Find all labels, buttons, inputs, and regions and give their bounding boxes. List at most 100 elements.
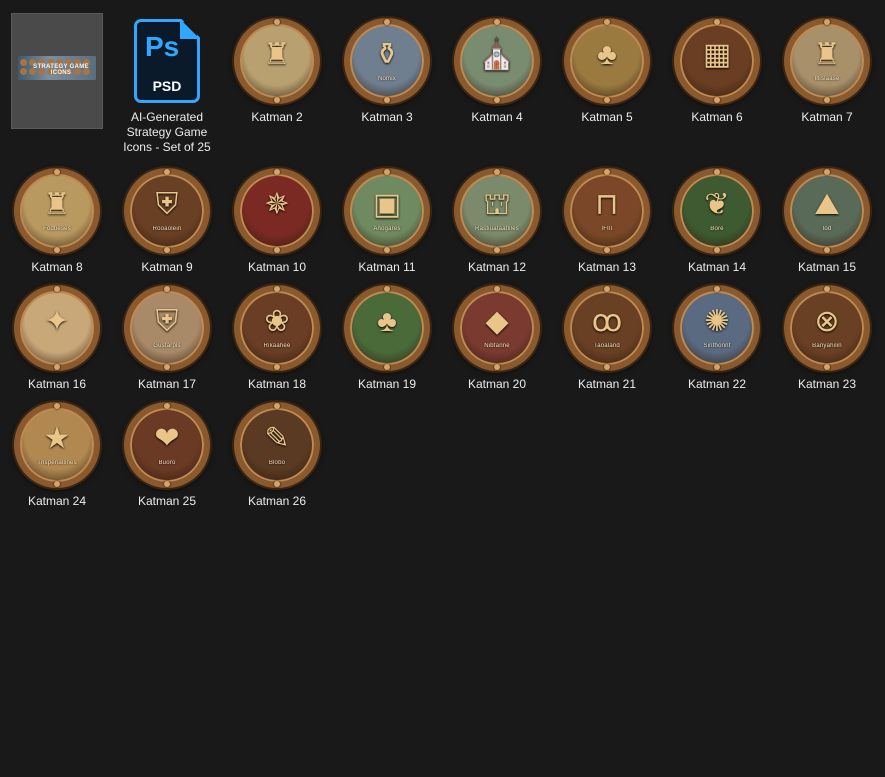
file-thumbnail[interactable]: ⚱ Nomix xyxy=(342,14,432,128)
emblem-caption: Nomix xyxy=(377,76,396,82)
file-thumbnail[interactable]: ⛫ Rastiuataatliles xyxy=(452,164,542,278)
file-thumbnail[interactable]: ⊓ IFIII xyxy=(562,164,652,278)
ps-mark: Ps xyxy=(145,31,180,62)
file-item[interactable]: ▣ Anogares Katman 11 xyxy=(334,164,440,275)
emblem-caption: IFIII xyxy=(601,226,613,232)
file-item[interactable]: ⛨ Rooaolein Katman 9 xyxy=(114,164,220,275)
file-item[interactable]: ⚱ Nomix Katman 3 xyxy=(334,14,440,125)
file-thumbnail[interactable]: ♣ xyxy=(342,281,432,395)
emblem-icon: ꝏ xyxy=(591,305,623,338)
game-icon-thumbnail: ⛰ Iod xyxy=(784,168,870,254)
file-item[interactable]: ⛪ Katman 4 xyxy=(444,14,550,125)
file-thumbnail[interactable]: ⛪ xyxy=(452,14,542,128)
file-thumbnail[interactable]: ❤ Buoro xyxy=(122,398,212,512)
file-thumbnail[interactable]: ✺ Sinthonnt xyxy=(672,281,762,395)
file-thumbnail[interactable]: ⊗ Banyahilin xyxy=(782,281,872,395)
file-item[interactable]: ♜ Illislaase Katman 7 xyxy=(774,14,880,125)
game-icon-thumbnail: ❦ Bore xyxy=(674,168,760,254)
file-item[interactable]: ❀ Rikaahee Katman 18 xyxy=(224,281,330,392)
emblem-icon: ▦ xyxy=(702,38,732,71)
file-thumbnail[interactable]: ❦ Bore xyxy=(672,164,762,278)
file-item[interactable]: ♣ Katman 19 xyxy=(334,281,440,392)
image-preview: STRATEGY GAME ICONS xyxy=(18,56,96,80)
emblem-icon: ♜ xyxy=(43,188,71,221)
file-thumbnail[interactable]: ⛰ Iod xyxy=(782,164,872,278)
emblem-caption: Buoro xyxy=(158,460,176,466)
file-extension: PSD xyxy=(152,78,182,94)
game-icon-thumbnail: ⛨ Gustarpls xyxy=(124,285,210,371)
emblem-caption: Blobo xyxy=(268,460,286,466)
emblem-icon: ✵ xyxy=(264,188,290,221)
emblem-icon: ◆ xyxy=(485,305,509,338)
file-thumbnail[interactable]: ◆ Nibfanne xyxy=(452,281,542,395)
file-item[interactable]: ▦ Katman 6 xyxy=(664,14,770,125)
file-item[interactable]: ⛰ Iod Katman 15 xyxy=(774,164,880,275)
file-thumbnail[interactable]: Ps PSD xyxy=(122,14,212,128)
game-icon-thumbnail: ✺ Sinthonnt xyxy=(674,285,760,371)
emblem-icon: ⛨ xyxy=(155,305,179,338)
file-item[interactable]: Ps PSD AI-Generated Strategy Game Icons - … xyxy=(114,14,220,155)
emblem-icon: ★ xyxy=(43,422,71,455)
game-icon-thumbnail: ✎ Blobo xyxy=(234,402,320,488)
emblem-caption: Taoaland xyxy=(594,343,620,349)
emblem-icon: ✺ xyxy=(704,305,730,338)
emblem-caption: Anogares xyxy=(373,226,401,232)
file-thumbnail[interactable]: ✦ xyxy=(12,281,102,395)
emblem-icon: ⛰ xyxy=(814,188,840,221)
emblem-icon: ♣ xyxy=(377,305,397,338)
file-thumbnail[interactable]: ♜ Fodtieses xyxy=(12,164,102,278)
emblem-icon: ✎ xyxy=(264,422,290,455)
file-item[interactable]: ♜ Fodtieses Katman 8 xyxy=(4,164,110,275)
emblem-icon: ♜ xyxy=(813,38,841,71)
file-item[interactable]: ❦ Bore Katman 14 xyxy=(664,164,770,275)
file-item[interactable]: ★ Trispenallines Katman 24 xyxy=(4,398,110,509)
file-thumbnail[interactable]: ▣ Anogares xyxy=(342,164,432,278)
file-item[interactable]: ✺ Sinthonnt Katman 22 xyxy=(664,281,770,392)
file-item[interactable]: STRATEGY GAME ICONS1 xyxy=(4,13,110,129)
file-item[interactable]: ⊓ IFIII Katman 13 xyxy=(554,164,660,275)
emblem-icon: ❦ xyxy=(704,188,730,221)
file-thumbnail[interactable]: ✵ xyxy=(232,164,322,278)
game-icon-thumbnail: ✦ xyxy=(14,285,100,371)
file-grid: STRATEGY GAME ICONS1PsPSDAI-Generated St… xyxy=(0,0,885,777)
file-item[interactable]: ✎ Blobo Katman 26 xyxy=(224,398,330,509)
file-thumbnail[interactable]: ⛨ Gustarpls xyxy=(122,281,212,395)
emblem-caption: Rooaolein xyxy=(152,226,182,232)
file-item[interactable]: ꝏ Taoaland Katman 21 xyxy=(554,281,660,392)
emblem-icon: ✦ xyxy=(44,305,70,338)
file-item[interactable]: ✦ Katman 16 xyxy=(4,281,110,392)
game-icon-thumbnail: ◆ Nibfanne xyxy=(454,285,540,371)
file-thumbnail[interactable]: STRATEGY GAME ICONS xyxy=(11,13,103,129)
game-icon-thumbnail: ⚱ Nomix xyxy=(344,18,430,104)
emblem-caption: Trispenallines xyxy=(37,460,77,466)
image-preview-text: STRATEGY GAME ICONS xyxy=(33,64,89,76)
game-icon-thumbnail: ♜ Illislaase xyxy=(784,18,870,104)
game-icon-thumbnail: ✵ xyxy=(234,168,320,254)
file-thumbnail[interactable]: ♜ xyxy=(232,14,322,128)
file-thumbnail[interactable]: ❀ Rikaahee xyxy=(232,281,322,395)
emblem-icon: ⛪ xyxy=(478,38,516,71)
file-thumbnail[interactable]: ♜ Illislaase xyxy=(782,14,872,128)
file-thumbnail[interactable]: ★ Trispenallines xyxy=(12,398,102,512)
file-item[interactable]: ⛫ Rastiuataatliles Katman 12 xyxy=(444,164,550,275)
file-item[interactable]: ♣ Katman 5 xyxy=(554,14,660,125)
file-thumbnail[interactable]: ꝏ Taoaland xyxy=(562,281,652,395)
file-thumbnail[interactable]: ✎ Blobo xyxy=(232,398,322,512)
file-item[interactable]: ♜ Katman 2 xyxy=(224,14,330,125)
file-item[interactable]: ⊗ Banyahilin Katman 23 xyxy=(774,281,880,392)
file-thumbnail[interactable]: ▦ xyxy=(672,14,762,128)
file-thumbnail[interactable]: ♣ xyxy=(562,14,652,128)
emblem-icon: ⚱ xyxy=(374,38,400,71)
file-item[interactable]: ✵ Katman 10 xyxy=(224,164,330,275)
game-icon-thumbnail: ⛪ xyxy=(454,18,540,104)
game-icon-thumbnail: ⛨ Rooaolein xyxy=(124,168,210,254)
file-item[interactable]: ❤ Buoro Katman 25 xyxy=(114,398,220,509)
emblem-caption: Fodtieses xyxy=(43,226,71,232)
file-thumbnail[interactable]: ⛨ Rooaolein xyxy=(122,164,212,278)
emblem-caption: Gustarpls xyxy=(153,343,181,349)
file-item[interactable]: ⛨ Gustarpls Katman 17 xyxy=(114,281,220,392)
file-item[interactable]: ◆ Nibfanne Katman 20 xyxy=(444,281,550,392)
game-icon-thumbnail: ♣ xyxy=(564,18,650,104)
emblem-icon: ❀ xyxy=(264,305,290,338)
game-icon-thumbnail: ❀ Rikaahee xyxy=(234,285,320,371)
